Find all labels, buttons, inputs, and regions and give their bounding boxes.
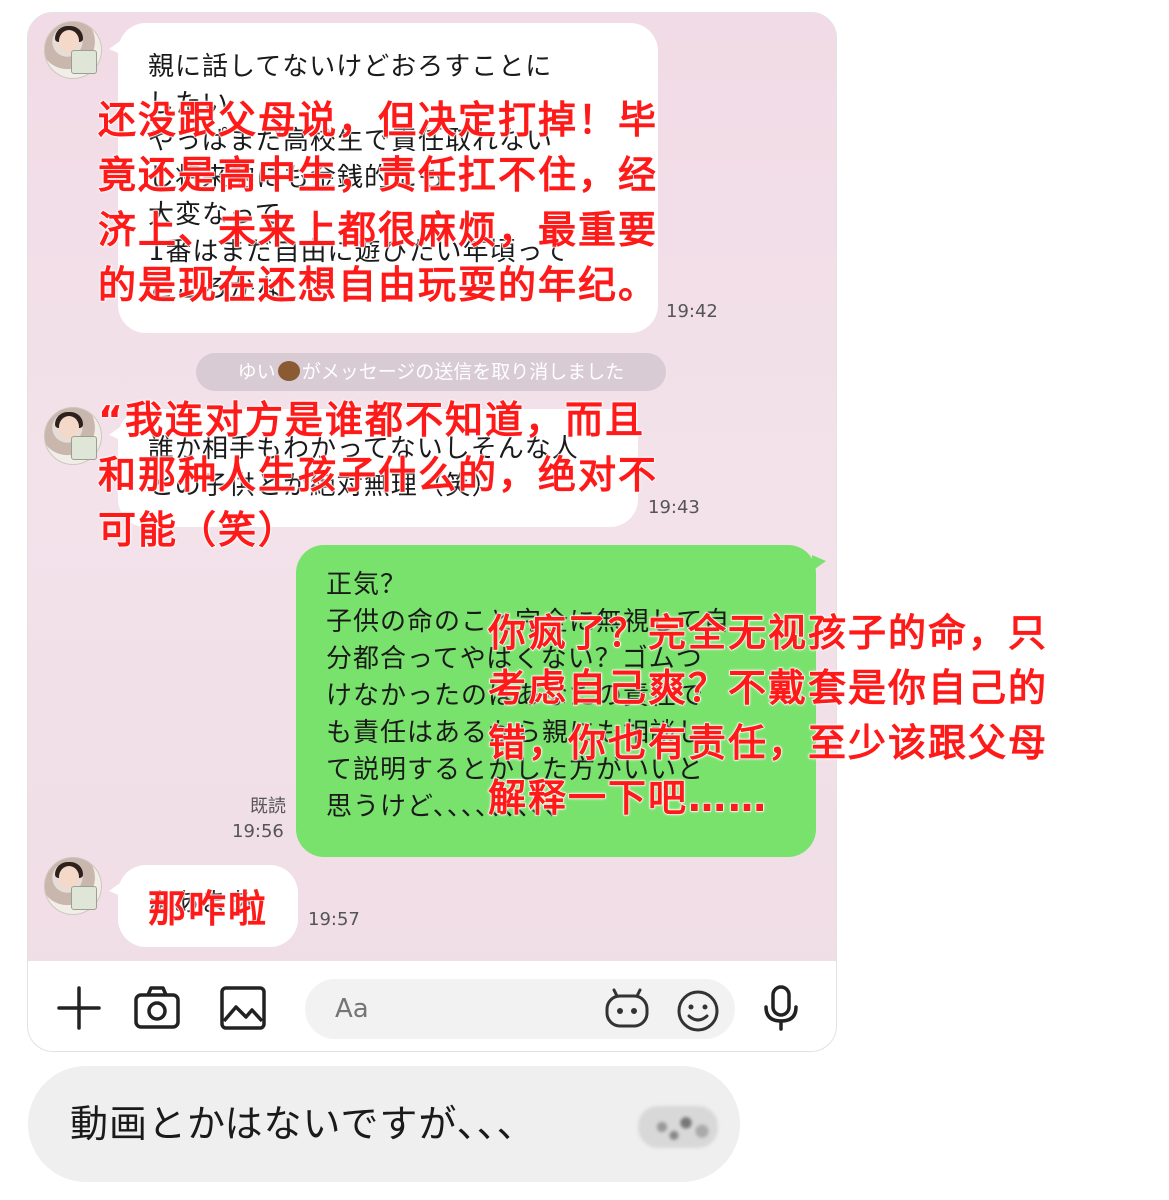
camera-icon[interactable] xyxy=(132,983,182,1033)
emoji-icon[interactable] xyxy=(673,986,723,1036)
contact-avatar[interactable] xyxy=(44,857,102,915)
message-timestamp: 19:56 xyxy=(232,821,284,842)
bear-emoji-icon xyxy=(277,361,300,381)
message-input-bar xyxy=(28,961,836,1051)
message-timestamp: 19:57 xyxy=(308,909,360,930)
unsend-notice: ゆい がメッセージの送信を取り消しました xyxy=(196,353,666,391)
blurred-redaction xyxy=(638,1106,718,1148)
translation-overlay: 那咋啦 xyxy=(147,886,269,931)
microphone-icon[interactable] xyxy=(756,983,806,1033)
screenshot-stage: 親に話してないけどおろすことに したい やっぱまだ高校生で責任取れない し将来的… xyxy=(0,0,1169,1200)
message-timestamp: 19:42 xyxy=(666,301,718,322)
translation-overlay: 还没跟父母说，但决定打掉！毕 竟还是高中生，责任扛不住，经 济上、未来上都很麻烦… xyxy=(97,97,659,307)
unsend-notice-text: がメッセージの送信を取り消しました xyxy=(301,361,625,383)
message-input[interactable] xyxy=(305,979,735,1039)
plus-icon[interactable] xyxy=(54,983,104,1033)
caption-bubble: 動画とかはないですが、、、 xyxy=(28,1066,740,1182)
contact-avatar[interactable] xyxy=(44,407,102,465)
sender-name: ゆい xyxy=(237,361,276,383)
caption-text: 動画とかはないですが、、、 xyxy=(70,1102,536,1146)
bot-icon[interactable] xyxy=(602,986,652,1036)
contact-avatar[interactable] xyxy=(44,21,102,79)
image-icon[interactable] xyxy=(218,983,268,1033)
read-receipt: 既読 xyxy=(250,796,286,817)
translation-overlay: 你疯了？完全无视孩子的命，只 考虑自己爽？不戴套是你自己的 错，你也有责任，至少… xyxy=(487,610,1049,820)
translation-overlay: “我连对方是谁都不知道，而且 和那种人生孩子什么的，绝对不 可能（笑） xyxy=(97,397,659,552)
